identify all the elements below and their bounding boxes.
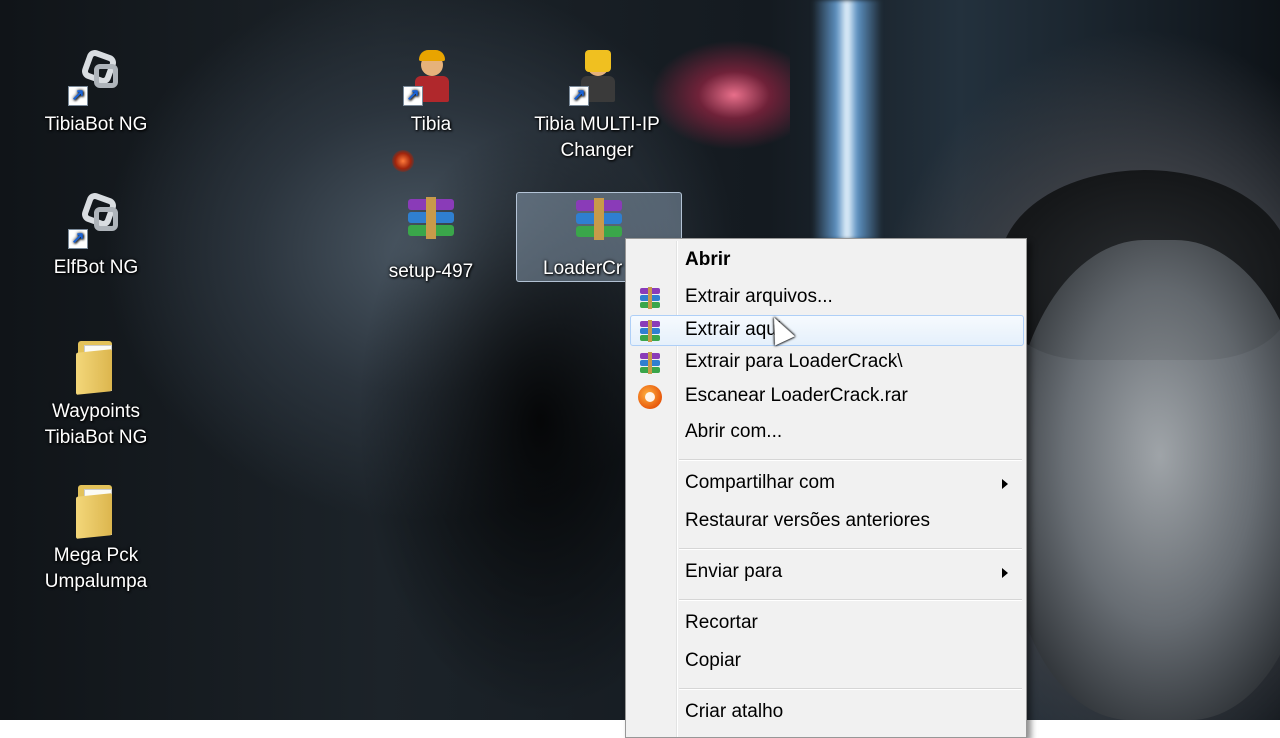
winrar-icon: [638, 286, 662, 310]
menu-item-restaurar-versoes[interactable]: Restaurar versões anteriores: [630, 506, 1024, 538]
desktop-icon-mega-pck-folder[interactable]: Mega Pck Umpalumpa: [36, 481, 156, 595]
menu-item-label: Recortar: [685, 612, 758, 633]
menu-item-label: Extrair arquivos...: [685, 286, 833, 307]
folder-icon: [68, 481, 124, 539]
menu-item-label: Extrair para LoaderCrack\: [685, 351, 903, 372]
desktop-icon-label: Tibia: [410, 114, 452, 135]
gear-shortcut-icon: ↗: [68, 47, 124, 106]
folder-icon: [68, 337, 124, 395]
menu-separator: [679, 459, 1022, 461]
desktop-icon-setup-497[interactable]: setup-497: [371, 197, 491, 285]
gear-shortcut-icon: ↗: [68, 190, 124, 249]
menu-item-label: Restaurar versões anteriores: [685, 510, 930, 531]
menu-item-label: Enviar para: [685, 561, 783, 582]
desktop-icon-elfbot-ng[interactable]: ↗ ElfBot NG: [36, 190, 156, 281]
avast-icon: [638, 385, 662, 409]
menu-item-extrair-aqui[interactable]: Extrair aqui: [630, 315, 1024, 346]
desktop-icon-label: Mega Pck Umpalumpa: [44, 545, 148, 592]
desktop-icon-label: ElfBot NG: [53, 257, 139, 278]
menu-item-extrair-arquivos[interactable]: Extrair arquivos...: [630, 282, 1024, 314]
tibia-character-icon: ↗: [403, 50, 459, 106]
menu-item-abrir-com[interactable]: Abrir com...: [630, 417, 1024, 449]
desktop-icon-label: TibiaBot NG: [44, 114, 148, 135]
shortcut-arrow-icon: ↗: [68, 86, 88, 106]
winrar-archive-icon: [403, 197, 459, 253]
menu-item-label: Escanear LoaderCrack.rar: [685, 385, 908, 406]
menu-item-label: Abrir com...: [685, 421, 783, 442]
menu-item-enviar-para[interactable]: Enviar para: [630, 557, 1024, 589]
shortcut-arrow-icon: ↗: [569, 86, 589, 106]
shortcut-arrow-icon: ↗: [68, 229, 88, 249]
menu-separator: [679, 548, 1022, 550]
submenu-arrow-icon: [1002, 568, 1008, 578]
menu-item-label: Compartilhar com: [685, 472, 835, 493]
desktop-icon-waypoints-folder[interactable]: Waypoints TibiaBot NG: [36, 337, 156, 451]
menu-item-copiar[interactable]: Copiar: [630, 646, 1024, 678]
menu-item-label: Abrir: [685, 249, 731, 270]
context-menu: Abrir Extrair arquivos... Extrair aqui E…: [625, 238, 1027, 738]
desktop-icon-label: setup-497: [388, 261, 474, 282]
desktop-icon-tibiabot-ng[interactable]: ↗ TibiaBot NG: [36, 47, 156, 138]
menu-item-label: Copiar: [685, 650, 741, 671]
wallpaper-light-beam: [812, 0, 882, 240]
shortcut-arrow-icon: ↗: [403, 86, 423, 106]
menu-separator: [679, 688, 1022, 690]
wallpaper-character-face: [1010, 240, 1280, 720]
menu-item-extrair-para[interactable]: Extrair para LoaderCrack\: [630, 347, 1024, 379]
menu-item-criar-atalho[interactable]: Criar atalho: [630, 697, 1024, 729]
menu-separator: [679, 599, 1022, 601]
desktop-icon-label: Tibia MULTI-IP Changer: [534, 114, 660, 161]
winrar-icon: [638, 319, 662, 343]
desktop-icon-tibia-multi-ip-changer[interactable]: ↗ Tibia MULTI-IP Changer: [522, 50, 672, 164]
winrar-icon: [638, 351, 662, 375]
wallpaper-creature-eye: [392, 150, 414, 172]
menu-item-escanear[interactable]: Escanear LoaderCrack.rar: [630, 381, 1024, 413]
winrar-archive-icon: [571, 198, 627, 254]
miner-character-icon: ↗: [569, 50, 625, 106]
menu-item-compartilhar-com[interactable]: Compartilhar com: [630, 468, 1024, 500]
desktop-icon-label: Waypoints TibiaBot NG: [44, 401, 148, 448]
desktop-icon-tibia[interactable]: ↗ Tibia: [371, 50, 491, 138]
menu-item-abrir[interactable]: Abrir: [630, 245, 1024, 277]
menu-item-recortar[interactable]: Recortar: [630, 608, 1024, 640]
submenu-arrow-icon: [1002, 479, 1008, 489]
